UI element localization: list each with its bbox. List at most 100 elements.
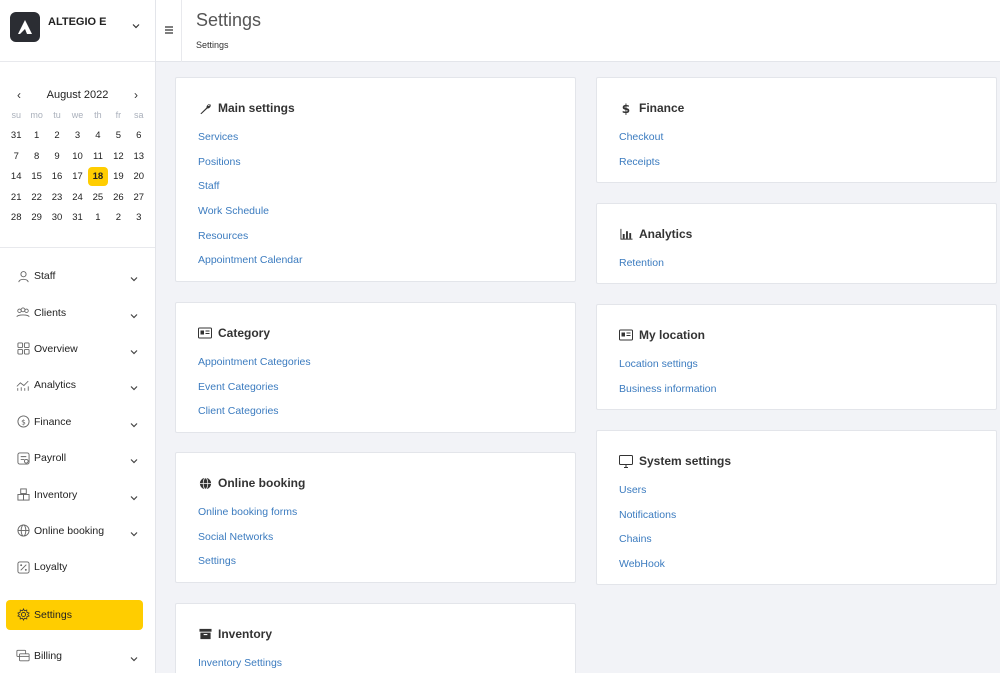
calendar-day[interactable]: 3 [67,126,87,147]
card-title-text: Finance [639,101,685,115]
link-online-booking-forms[interactable]: Online booking forms [198,503,553,528]
sidebar-nav: Staff Clients Overview Analytics $ Finan… [0,248,155,673]
calendar-day[interactable]: 1 [26,126,46,147]
link-retention[interactable]: Retention [619,254,974,279]
link-webhook[interactable]: WebHook [619,555,974,580]
calendar-day[interactable]: 19 [108,167,128,188]
sidebar-item-billing[interactable]: Billing [0,638,155,673]
calendar-day-number: 12 [113,150,124,162]
calendar-day-number: 1 [95,212,101,223]
calendar-day[interactable]: 8 [26,147,46,168]
calendar-day[interactable]: 7 [6,147,26,168]
link-chains[interactable]: Chains [619,530,974,555]
link-checkout[interactable]: Checkout [619,128,974,153]
calendar-day[interactable]: 30 [47,208,67,229]
card-title: Online booking [198,475,553,491]
link-positions[interactable]: Positions [198,153,553,178]
link-work-schedule[interactable]: Work Schedule [198,202,553,227]
link-receipts[interactable]: Receipts [619,153,974,178]
calendar-day[interactable]: 26 [108,188,128,209]
sidebar-item-label: Finance [34,415,72,428]
calendar-day[interactable]: 21 [6,188,26,209]
chevron-down-icon [129,490,139,500]
calendar-day[interactable]: 3 [129,208,149,229]
calendar-day[interactable]: 13 [129,147,149,168]
calendar-day-number: 7 [13,150,19,162]
calendar-day-number: 9 [54,150,60,162]
calendar-day[interactable]: 23 [47,188,67,209]
calendar-day[interactable]: 17 [67,167,87,188]
calendar-day[interactable]: 12 [108,147,128,168]
sidebar-item-inventory[interactable]: Inventory [0,476,155,512]
calendar-day-number: 15 [31,171,42,182]
calendar-next-button[interactable]: › [129,88,143,102]
card-title: $ Finance [619,100,974,116]
calendar-day[interactable]: 5 [108,126,128,147]
link-notifications[interactable]: Notifications [619,506,974,531]
sidebar-item-staff[interactable]: Staff [0,258,155,294]
calendar-day[interactable]: 31 [67,208,87,229]
calendar-day[interactable]: 2 [47,126,67,147]
calendar-day[interactable]: 24 [67,188,87,209]
sidebar: ALTEGIO E ‹ August 2022 › su mo tu we th fr sa… [0,0,156,673]
calendar-day[interactable]: 11 [88,147,108,168]
calendar-day[interactable]: 2 [108,208,128,229]
calendar-day[interactable]: 25 [88,188,108,209]
header-divider [181,0,182,62]
link-inventory-settings[interactable]: Inventory Settings [198,654,553,673]
sidebar-item-clients[interactable]: Clients [0,294,155,330]
calendar-day[interactable]: 22 [26,188,46,209]
page-title: Settings [196,10,262,30]
sidebar-item-analytics[interactable]: Analytics [0,367,155,403]
calendar-day-number: 3 [136,212,142,223]
sidebar-item-settings[interactable]: Settings [6,599,143,630]
calendar-day[interactable]: 15 [26,167,46,188]
calendar-day[interactable]: 6 [129,126,149,147]
calendar-weekday: th [94,110,102,120]
link-booking-settings[interactable]: Settings [198,552,553,577]
calendar-day[interactable]: 1 [88,208,108,229]
chevron-down-icon [129,308,139,318]
card-finance: $ Finance Checkout Receipts [596,77,997,183]
link-appointment-calendar[interactable]: Appointment Calendar [198,251,553,276]
sidebar-item-overview[interactable]: Overview [0,331,155,367]
calendar-day[interactable]: 9 [47,147,67,168]
calendar-day[interactable]: 28 [6,208,26,229]
calendar-day[interactable]: 4 [88,126,108,147]
chevron-down-icon [129,344,139,355]
link-staff[interactable]: Staff [198,177,553,202]
calendar-day[interactable]: 27 [129,188,149,209]
calendar-day[interactable]: 14 [6,167,26,188]
calendar-day[interactable]: 31 [6,126,26,147]
calendar-day-number: 20 [133,171,145,182]
hamburger-menu-icon[interactable] [164,22,174,34]
breadcrumb: Settings [196,40,229,50]
calendar-day[interactable]: 16 [47,167,67,188]
link-event-categories[interactable]: Event Categories [198,378,553,403]
sidebar-item-online-booking[interactable]: Online booking [0,513,155,549]
calendar-month-label: August 2022 [46,89,109,101]
link-location-settings[interactable]: Location settings [619,355,974,380]
calendar-day[interactable]: 10 [67,147,87,168]
gear-icon [16,608,30,622]
brand-name: ALTEGIO E [48,16,107,28]
calendar-day[interactable]: 20 [129,167,149,188]
link-users[interactable]: Users [619,481,974,506]
sidebar-item-finance[interactable]: $ Finance [0,404,155,440]
link-appointment-categories[interactable]: Appointment Categories [198,353,553,378]
calendar-day[interactable]: 29 [26,208,46,229]
brand-switcher[interactable]: ALTEGIO E [0,0,155,62]
calendar-day-today[interactable]: 18 [87,167,108,188]
sidebar-item-loyalty[interactable]: Loyalty [0,549,155,585]
card-title: Main settings [198,100,553,116]
calendar-day-number: 4 [95,130,101,141]
calendar-prev-button[interactable]: ‹ [12,88,26,102]
calendar-weekday: sa [134,110,144,120]
link-services[interactable]: Services [198,128,553,153]
link-business-information[interactable]: Business information [619,380,974,405]
link-client-categories[interactable]: Client Categories [198,402,553,427]
sidebar-item-payroll[interactable]: Payroll [0,440,155,476]
link-social-networks[interactable]: Social Networks [198,528,553,553]
link-resources[interactable]: Resources [198,227,553,252]
card-title: Inventory [198,626,553,642]
